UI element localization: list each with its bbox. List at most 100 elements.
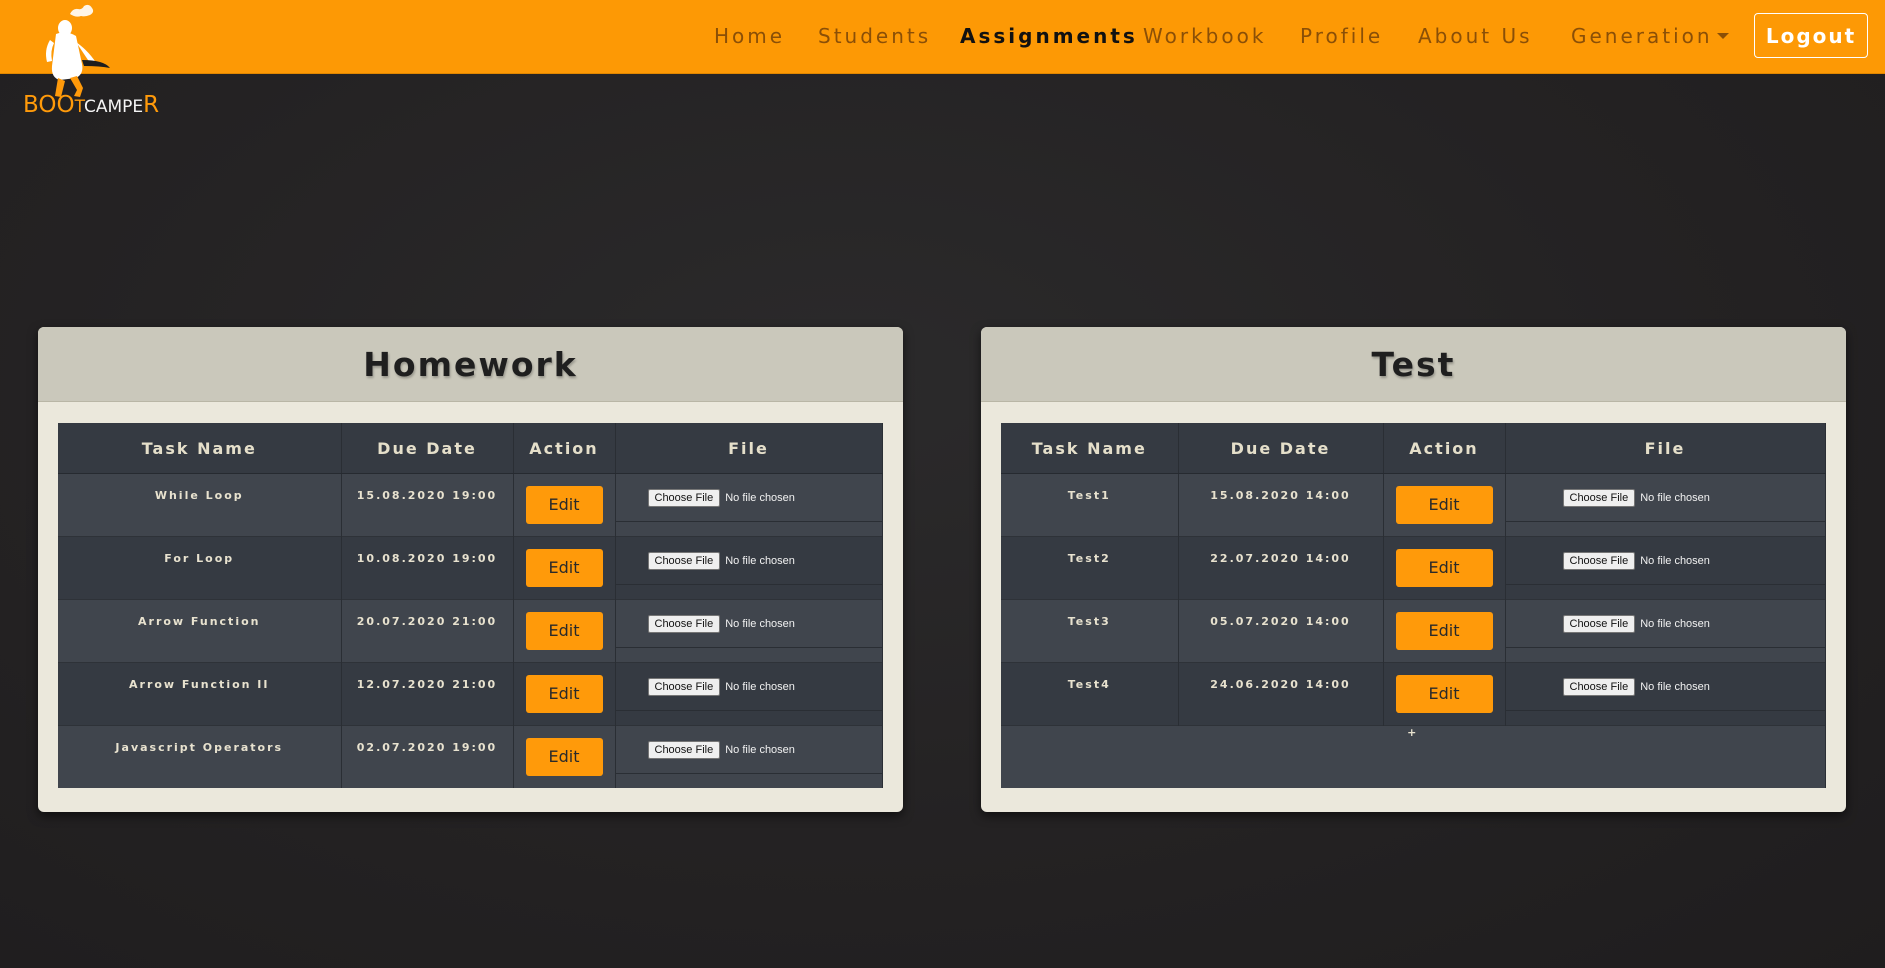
nav-generation-dropdown[interactable]: Generation (1571, 24, 1729, 48)
task-name-cell: Test4 (1001, 662, 1179, 726)
due-date-cell: 22.07.2020 14:00 (1178, 536, 1384, 600)
edit-button[interactable]: Edit (1395, 612, 1493, 650)
due-date-cell: 10.08.2020 19:00 (341, 536, 514, 600)
choose-file-button[interactable]: Choose File (647, 740, 721, 759)
edit-button[interactable]: Edit (525, 612, 603, 650)
table-row: For Loop 10.08.2020 19:00 Edit Choose Fi… (58, 536, 883, 600)
task-name: While Loop (154, 489, 244, 502)
task-name-cell: Arrow Function II (58, 662, 342, 726)
edit-button[interactable]: Edit (525, 486, 603, 524)
task-name: Javascript Operators (115, 741, 284, 754)
edit-button[interactable]: Edit (525, 549, 603, 587)
homework-title: Homework (363, 344, 578, 384)
column-header: File (615, 423, 883, 474)
file-cell: Choose File No file chosen (615, 473, 883, 537)
task-name: Test3 (1067, 615, 1111, 628)
choose-file-button[interactable]: Choose File (1562, 614, 1636, 633)
file-cell: Choose File No file chosen (615, 725, 883, 788)
choose-file-button[interactable]: Choose File (647, 488, 721, 507)
file-input[interactable]: Choose File No file chosen (615, 663, 882, 711)
column-header: File (1505, 423, 1826, 474)
nav-students[interactable]: Students (818, 24, 931, 48)
file-status: No file chosen (1640, 491, 1710, 504)
file-cell: Choose File No file chosen (1505, 662, 1826, 726)
nav-home[interactable]: Home (714, 24, 785, 48)
due-date: 12.07.2020 21:00 (356, 678, 498, 691)
file-cell: Choose File No file chosen (1505, 599, 1826, 663)
due-date: 22.07.2020 14:00 (1210, 552, 1351, 565)
edit-button[interactable]: Edit (525, 675, 603, 713)
action-cell: Edit (1383, 473, 1506, 537)
logout-button[interactable]: Logout (1754, 13, 1868, 58)
edit-button[interactable]: Edit (1395, 549, 1493, 587)
choose-file-button[interactable]: Choose File (1562, 488, 1636, 507)
action-cell: Edit (1383, 662, 1506, 726)
nav-assignments[interactable]: Assignments (960, 24, 1138, 48)
choose-file-button[interactable]: Choose File (647, 551, 721, 570)
file-input[interactable]: Choose File No file chosen (615, 474, 882, 522)
nav-workbook[interactable]: Workbook (1143, 24, 1266, 48)
table-row: Javascript Operators 02.07.2020 19:00 Ed… (58, 725, 883, 788)
choose-file-button[interactable]: Choose File (647, 614, 721, 633)
file-input[interactable]: Choose File No file chosen (615, 537, 882, 585)
test-header-row: Task Name Due Date Action File (1001, 423, 1826, 474)
table-row: Arrow Function 20.07.2020 21:00 Edit Cho… (58, 599, 883, 663)
homework-table: Task Name Due Date Action File While Loo… (58, 423, 883, 788)
task-name: For Loop (164, 552, 235, 565)
edit-button[interactable]: Edit (1395, 486, 1493, 524)
due-date-cell: 24.06.2020 14:00 (1178, 662, 1384, 726)
task-name-cell: Test2 (1001, 536, 1179, 600)
table-row: Test4 24.06.2020 14:00 Edit Choose File N… (1001, 662, 1826, 726)
file-status: No file chosen (725, 554, 795, 567)
task-name: Test1 (1067, 489, 1111, 502)
file-status: No file chosen (725, 491, 795, 504)
generation-label: Generation (1571, 24, 1713, 48)
table-row: Test2 22.07.2020 14:00 Edit Choose File N… (1001, 536, 1826, 600)
column-header: Action (513, 423, 616, 474)
task-name: Test4 (1067, 678, 1111, 691)
file-input[interactable]: Choose File No file chosen (615, 600, 882, 648)
column-header: Task Name (1001, 423, 1179, 474)
test-table: Task Name Due Date Action File Test1 15.… (1001, 423, 1826, 788)
file-status: No file chosen (1640, 617, 1710, 630)
task-name-cell: Test1 (1001, 473, 1179, 537)
table-row: While Loop 15.08.2020 19:00 Edit Choose … (58, 473, 883, 537)
add-test-button[interactable]: + (1001, 725, 1826, 788)
edit-button[interactable]: Edit (1395, 675, 1493, 713)
due-date: 05.07.2020 14:00 (1210, 615, 1351, 628)
due-date-cell: 12.07.2020 21:00 (341, 662, 514, 726)
choose-file-button[interactable]: Choose File (1562, 677, 1636, 696)
action-cell: Edit (513, 662, 616, 726)
file-status: No file chosen (1640, 554, 1710, 567)
file-status: No file chosen (725, 680, 795, 693)
due-date: 24.06.2020 14:00 (1210, 678, 1351, 691)
nav-about-us[interactable]: About Us (1418, 24, 1533, 48)
task-name-cell: Test3 (1001, 599, 1179, 663)
file-input[interactable]: Choose File No file chosen (1505, 537, 1825, 585)
file-input[interactable]: Choose File No file chosen (1505, 663, 1825, 711)
choose-file-button[interactable]: Choose File (1562, 551, 1636, 570)
column-header: Action (1383, 423, 1506, 474)
file-input[interactable]: Choose File No file chosen (615, 726, 882, 774)
choose-file-button[interactable]: Choose File (647, 677, 721, 696)
brand-wordmark: BOOTCAMPER (23, 92, 160, 118)
task-name: Arrow Function II (129, 678, 270, 691)
column-header: Task Name (58, 423, 342, 474)
file-input[interactable]: Choose File No file chosen (1505, 600, 1825, 648)
due-date-cell: 15.08.2020 14:00 (1178, 473, 1384, 537)
table-row: Arrow Function II 12.07.2020 21:00 Edit … (58, 662, 883, 726)
due-date-cell: 15.08.2020 19:00 (341, 473, 514, 537)
nav-profile[interactable]: Profile (1300, 24, 1383, 48)
add-test-row: + (1001, 725, 1826, 788)
due-date-cell: 05.07.2020 14:00 (1178, 599, 1384, 663)
task-name-cell: While Loop (58, 473, 342, 537)
test-card: Test Task Name Due Date Action File Test… (981, 327, 1846, 812)
edit-button[interactable]: Edit (525, 738, 603, 776)
due-date-cell: 20.07.2020 21:00 (341, 599, 514, 663)
action-cell: Edit (513, 725, 616, 788)
action-cell: Edit (1383, 536, 1506, 600)
file-cell: Choose File No file chosen (615, 662, 883, 726)
file-cell: Choose File No file chosen (1505, 473, 1826, 537)
due-date: 15.08.2020 14:00 (1210, 489, 1351, 502)
file-input[interactable]: Choose File No file chosen (1505, 474, 1825, 522)
